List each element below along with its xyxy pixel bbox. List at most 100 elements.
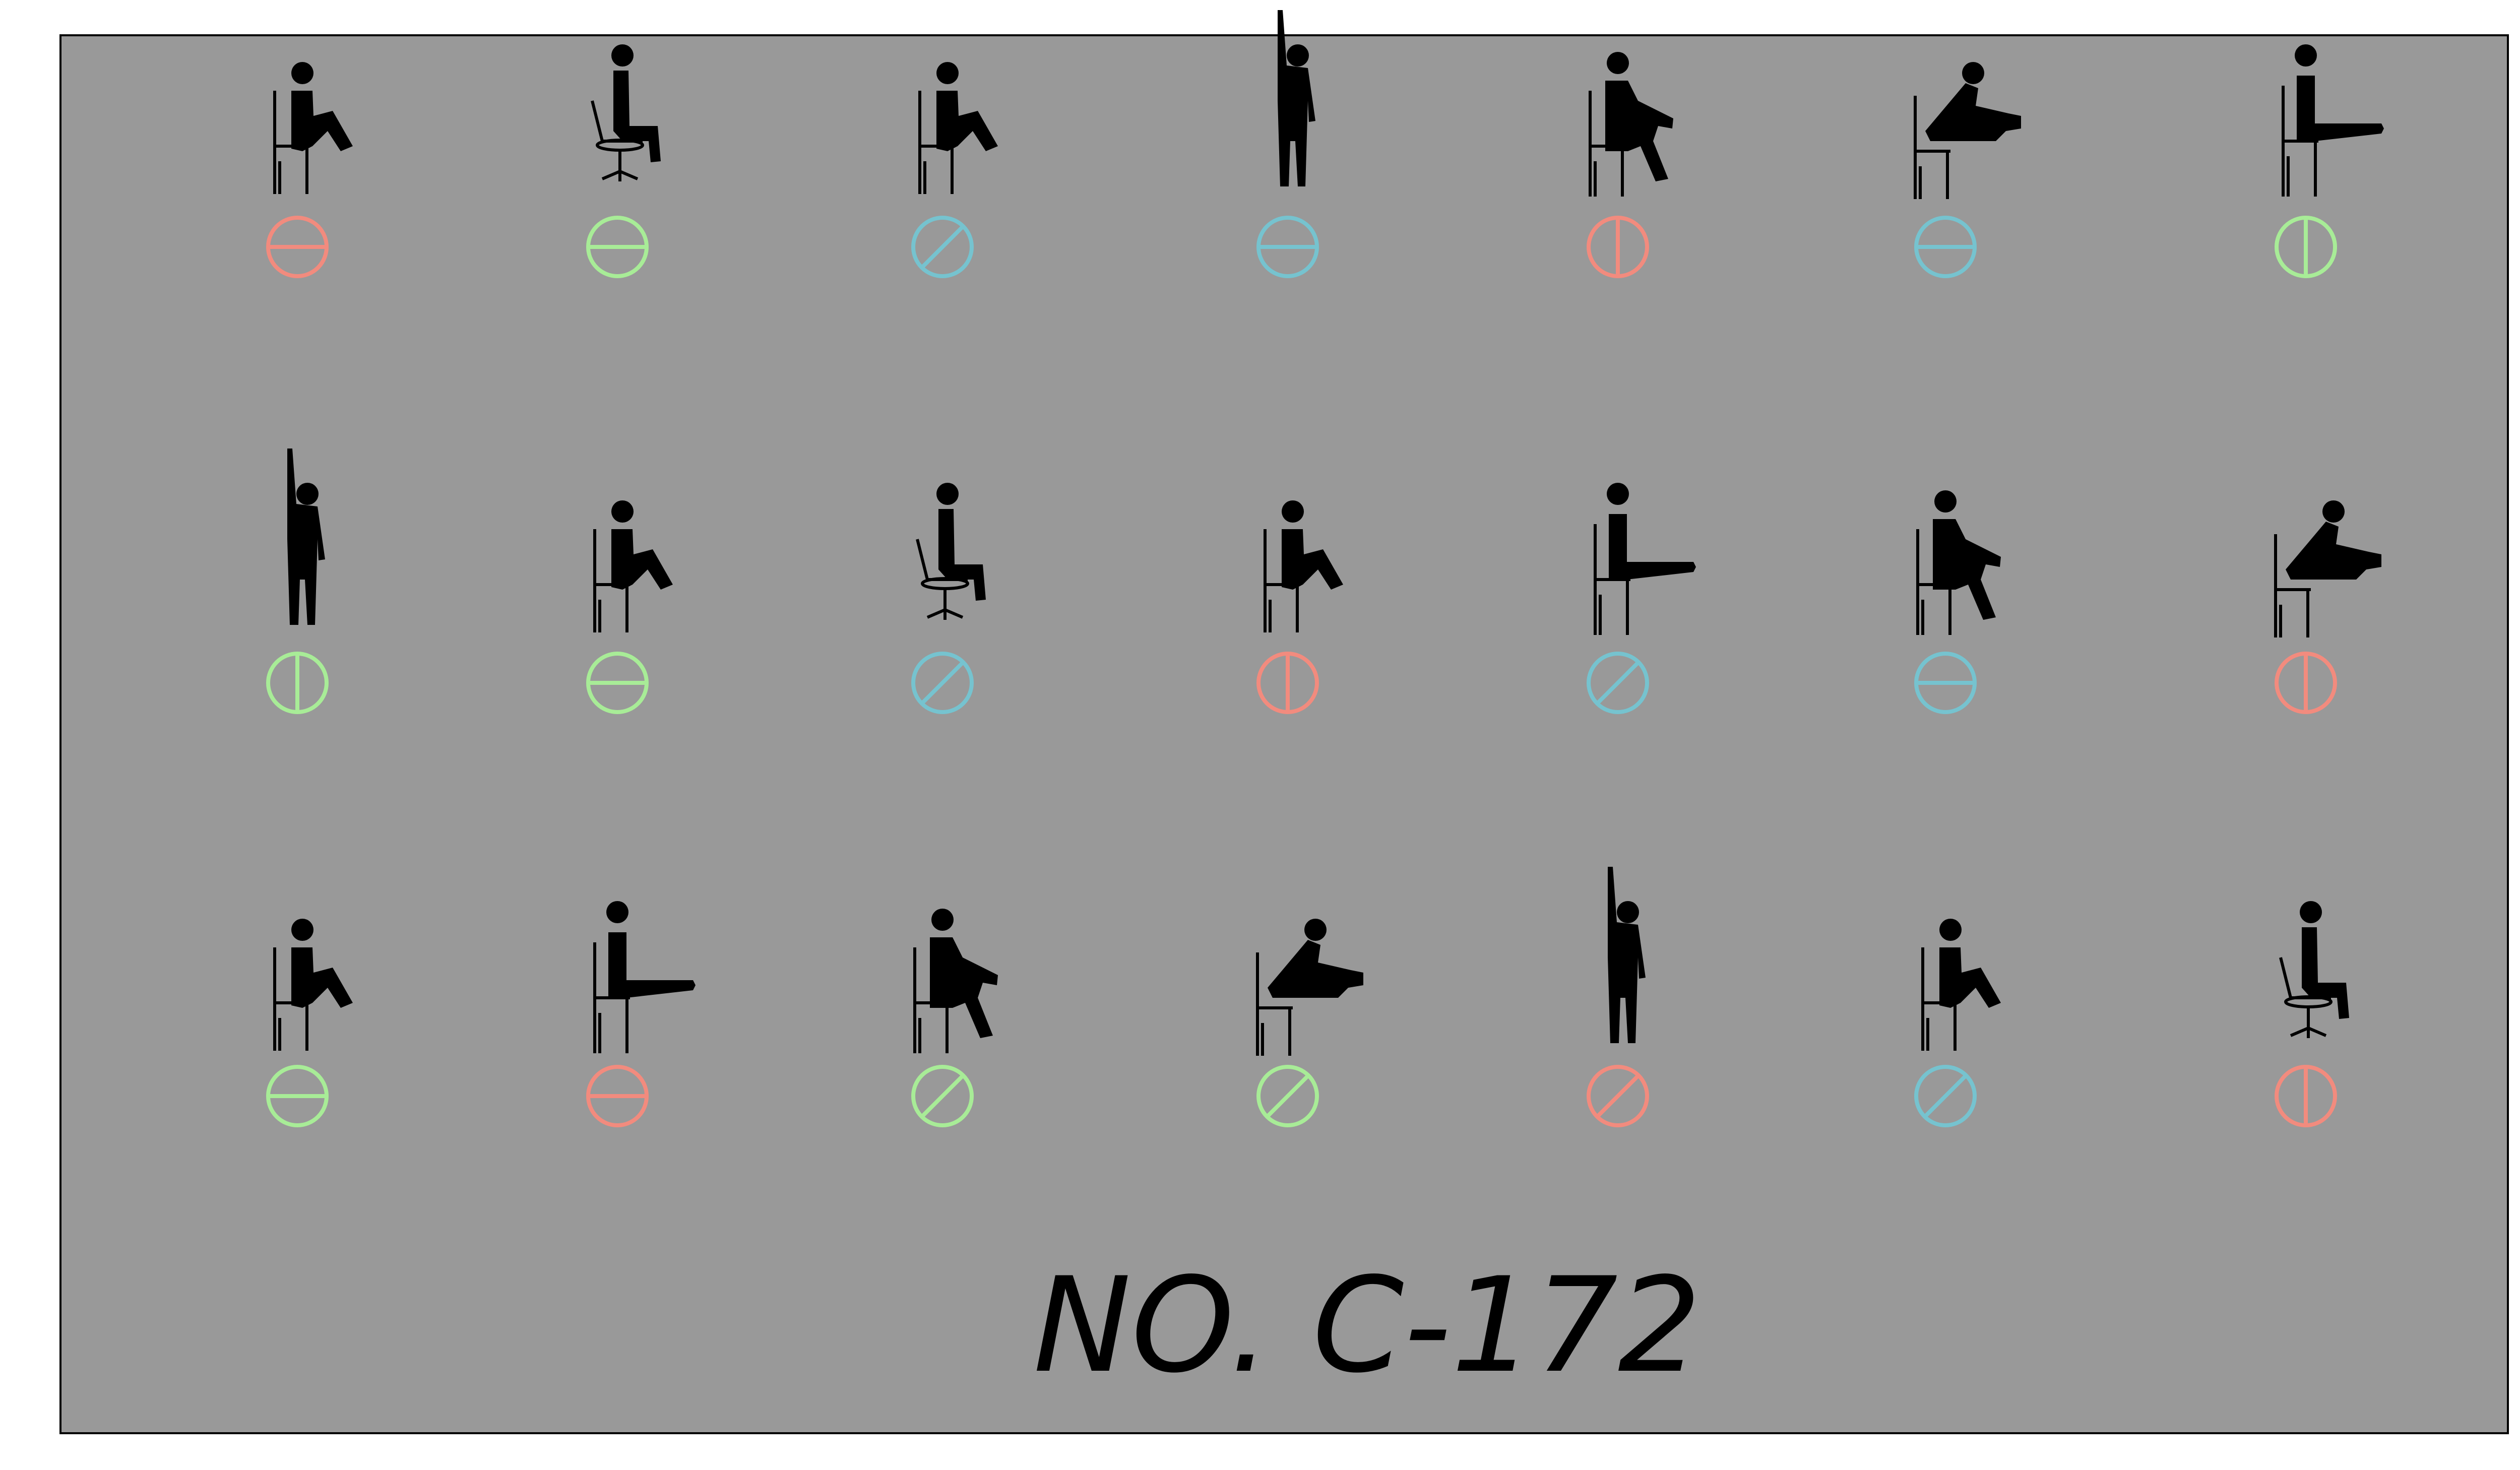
pictogram-cell — [1256, 500, 1343, 714]
body-shape — [1933, 519, 2001, 620]
body-shape — [1925, 83, 2021, 141]
body-shape — [1609, 514, 1696, 580]
head-shape — [1607, 52, 1629, 74]
circle-horizontal-bar-icon — [266, 1065, 329, 1127]
pictogram-cell — [1587, 867, 1649, 1127]
circle-vertical-bar-icon — [2275, 652, 2337, 714]
office-chair-icon — [591, 44, 661, 181]
head-shape — [931, 909, 954, 931]
pictogram-cell — [1256, 10, 1319, 278]
pictogram-cell — [586, 500, 673, 714]
sit-leg-stretch-icon — [1916, 490, 2001, 635]
stand-arm-raised-icon — [1278, 10, 1315, 186]
body-shape — [930, 937, 998, 1038]
sit-leg-extended-icon — [2282, 44, 2384, 197]
circle-horizontal-bar-icon — [1914, 652, 1977, 714]
pictogram-cell — [266, 919, 353, 1127]
office-chair-icon — [2279, 901, 2349, 1038]
body-shape — [1278, 10, 1315, 186]
body-shape — [1605, 81, 1673, 181]
pictogram-cell — [1256, 919, 1363, 1127]
head-shape — [1934, 490, 1957, 513]
sit-knee-up-icon — [273, 919, 353, 1051]
head-shape — [606, 901, 628, 923]
pictogram-cell — [586, 44, 661, 278]
head-shape — [2322, 500, 2345, 523]
circle-slash-icon — [911, 1065, 974, 1127]
head-shape — [291, 62, 313, 84]
body-shape — [2297, 76, 2384, 141]
body-shape — [1282, 529, 1343, 590]
sit-knee-up-icon — [273, 62, 353, 194]
circle-horizontal-bar-icon — [1914, 216, 1977, 278]
circle-horizontal-bar-icon — [266, 216, 329, 278]
label-text: NO. C-172 — [1033, 1250, 1702, 1402]
sit-reach-forward-icon — [1256, 919, 1363, 1056]
sit-knee-up-icon — [593, 500, 673, 632]
pictogram-cell — [1914, 490, 2001, 714]
head-shape — [1287, 44, 1309, 67]
head-shape — [1962, 62, 1984, 84]
body-shape — [611, 529, 673, 590]
body-shape — [287, 449, 325, 625]
head-shape — [611, 44, 634, 67]
pictogram-cell — [266, 62, 353, 278]
head-shape — [2295, 44, 2317, 67]
circle-vertical-bar-icon — [1256, 652, 1319, 714]
stand-arm-raised-icon — [1608, 867, 1646, 1043]
sit-reach-forward-icon — [1914, 62, 2021, 199]
head-shape — [611, 500, 634, 523]
body-shape — [291, 947, 353, 1008]
head-shape — [1607, 483, 1629, 505]
pictogram-cell — [1914, 62, 2021, 278]
head-shape — [936, 483, 959, 505]
head-shape — [291, 919, 313, 941]
figure-grid: NO. C-172 — [266, 10, 2384, 1402]
handwritten-label: NO. C-172 — [1033, 1250, 1702, 1402]
body-shape — [291, 91, 353, 151]
pictogram-cell — [911, 483, 986, 714]
sit-leg-stretch-icon — [913, 909, 998, 1053]
circle-slash-icon — [1256, 1065, 1319, 1127]
stand-arm-raised-icon — [287, 449, 325, 625]
circle-vertical-bar-icon — [2275, 216, 2337, 278]
pictogram-cell — [586, 901, 696, 1127]
circle-horizontal-bar-icon — [586, 652, 649, 714]
body-shape — [936, 91, 998, 151]
body-shape — [2286, 522, 2381, 580]
body-shape — [608, 932, 696, 998]
circle-slash-icon — [1587, 652, 1649, 714]
head-shape — [936, 62, 959, 84]
pictogram-cell — [911, 909, 998, 1127]
pictogram-cell — [2274, 500, 2381, 714]
body-shape — [1939, 947, 2001, 1008]
sit-knee-up-icon — [918, 62, 998, 194]
head-shape — [1617, 901, 1639, 923]
circle-slash-icon — [1587, 1065, 1649, 1127]
circle-slash-icon — [1914, 1065, 1977, 1127]
sit-knee-up-icon — [1264, 500, 1343, 632]
head-shape — [1282, 500, 1304, 523]
head-shape — [296, 483, 319, 505]
sit-leg-extended-icon — [593, 901, 696, 1053]
sit-leg-stretch-icon — [1589, 52, 1673, 197]
circle-vertical-bar-icon — [2275, 1065, 2337, 1127]
sit-leg-extended-icon — [1594, 483, 1696, 635]
body-shape — [1608, 867, 1646, 1043]
office-chair-icon — [916, 483, 986, 620]
circle-slash-icon — [911, 216, 974, 278]
sit-reach-forward-icon — [2274, 500, 2381, 637]
pictogram-cell — [2275, 44, 2384, 278]
circle-vertical-bar-icon — [266, 652, 329, 714]
pictogram-cell — [266, 449, 329, 714]
pictogram-cell — [1587, 483, 1696, 714]
circle-horizontal-bar-icon — [586, 1065, 649, 1127]
circle-horizontal-bar-icon — [1256, 216, 1319, 278]
sit-knee-up-icon — [1921, 919, 2001, 1051]
pictogram-cell — [911, 62, 998, 278]
circle-slash-icon — [911, 652, 974, 714]
pictogram-cell — [2275, 901, 2349, 1127]
cells-layer — [266, 10, 2384, 1127]
head-shape — [1304, 919, 1327, 941]
head-shape — [2300, 901, 2322, 923]
